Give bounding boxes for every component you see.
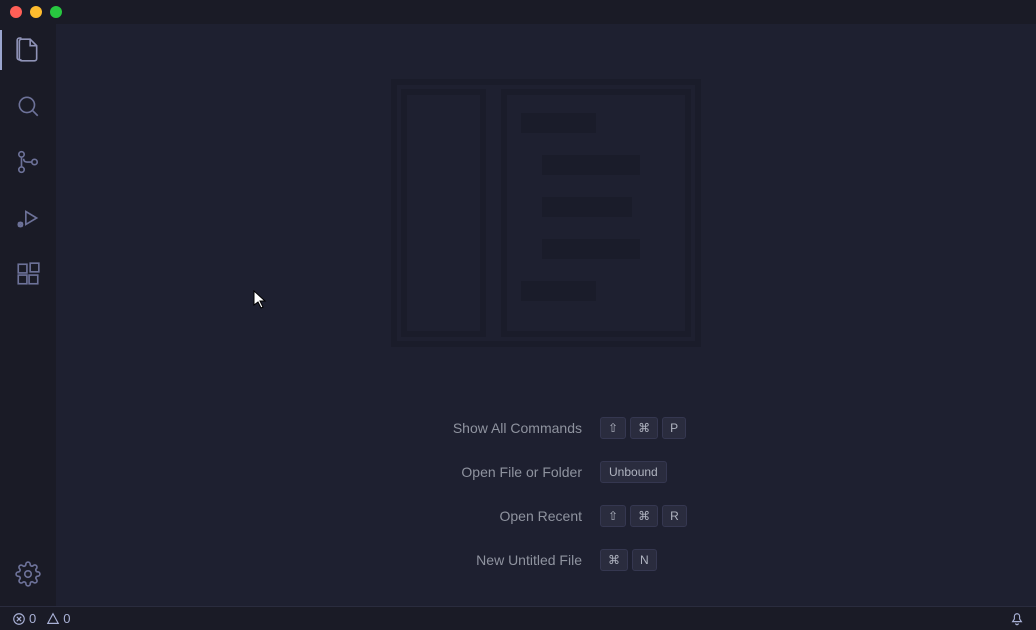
error-count: 0 — [29, 611, 36, 626]
run-debug-icon[interactable] — [14, 204, 42, 232]
keycap: N — [632, 549, 657, 571]
shortcut-open-file-folder: Open File or Folder Unbound — [402, 461, 690, 483]
source-control-icon[interactable] — [14, 148, 42, 176]
shortcut-label: New Untitled File — [402, 552, 582, 568]
shortcut-keys: Unbound — [600, 461, 690, 483]
window-maximize-button[interactable] — [50, 6, 62, 18]
keycap-unbound: Unbound — [600, 461, 667, 483]
error-icon — [12, 612, 26, 626]
status-errors[interactable]: 0 — [10, 611, 38, 626]
extensions-icon[interactable] — [14, 260, 42, 288]
keycap: R — [662, 505, 687, 527]
shortcuts-list: Show All Commands ⇧ ⌘ P Open File or Fol… — [402, 417, 690, 571]
bell-icon — [1010, 612, 1024, 626]
shortcut-label: Open Recent — [402, 508, 582, 524]
window-minimize-button[interactable] — [30, 6, 42, 18]
keycap: ⌘ — [600, 549, 628, 571]
status-bar: 0 0 — [0, 606, 1036, 630]
search-icon[interactable] — [14, 92, 42, 120]
shortcut-label: Open File or Folder — [402, 464, 582, 480]
shortcut-show-all-commands: Show All Commands ⇧ ⌘ P — [402, 417, 690, 439]
keycap: ⌘ — [630, 505, 658, 527]
settings-gear-icon[interactable] — [14, 560, 42, 588]
status-warnings[interactable]: 0 — [44, 611, 72, 626]
keycap: P — [662, 417, 686, 439]
watermark-logo — [391, 79, 701, 347]
editor-area: Show All Commands ⇧ ⌘ P Open File or Fol… — [56, 24, 1036, 606]
shortcut-label: Show All Commands — [402, 420, 582, 436]
keycap: ⇧ — [600, 417, 626, 439]
shortcut-open-recent: Open Recent ⇧ ⌘ R — [402, 505, 690, 527]
shortcut-keys: ⇧ ⌘ R — [600, 505, 690, 527]
explorer-icon[interactable] — [14, 36, 42, 64]
warning-count: 0 — [63, 611, 70, 626]
warning-icon — [46, 612, 60, 626]
activity-bar — [0, 24, 56, 606]
window-close-button[interactable] — [10, 6, 22, 18]
shortcut-new-untitled-file: New Untitled File ⌘ N — [402, 549, 690, 571]
shortcut-keys: ⇧ ⌘ P — [600, 417, 690, 439]
keycap: ⌘ — [630, 417, 658, 439]
titlebar — [0, 0, 1036, 24]
keycap: ⇧ — [600, 505, 626, 527]
shortcut-keys: ⌘ N — [600, 549, 690, 571]
notifications-bell[interactable] — [1008, 612, 1026, 626]
